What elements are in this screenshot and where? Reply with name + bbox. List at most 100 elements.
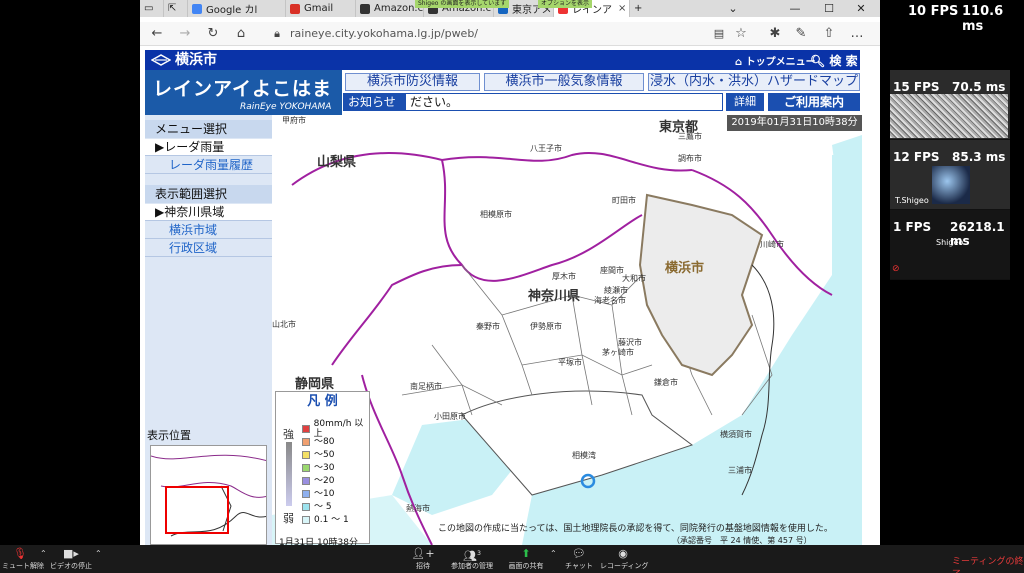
legend-row: 80mm/h 以上 <box>302 419 369 439</box>
range-item-kanagawa[interactable]: ▶神奈川県域 <box>145 204 272 221</box>
banner-subtitle: RainEye YOKOHAMA <box>240 102 332 112</box>
search-icon[interactable]: 🔍︎ <box>810 54 829 68</box>
place-label: 茅ヶ崎市 <box>602 348 634 357</box>
chat-label[interactable]: チャット <box>562 561 596 571</box>
back-arrow-icon[interactable]: ← <box>148 25 166 43</box>
invite-label[interactable]: 招待 <box>408 561 438 571</box>
reading-view-icon[interactable]: ▤ <box>710 25 728 43</box>
unmute-label[interactable]: ミュート解除 <box>2 561 44 571</box>
forward-arrow-icon[interactable]: → <box>176 25 194 43</box>
chat-button[interactable]: 💬︎ チャット <box>562 547 596 573</box>
range-item-ward[interactable]: 行政区域 <box>145 240 272 257</box>
guide-button[interactable]: ご利用案内 <box>768 93 860 111</box>
tab-aside-icon[interactable]: ⇱ <box>168 3 176 14</box>
tab-gmail[interactable]: Gmail <box>286 0 356 17</box>
participants-icon[interactable]: 👥︎3 <box>448 547 496 563</box>
rain-map[interactable]: 2019年01月31日10時38分 山梨県 東京都 神奈川県 静岡県 横浜市 甲… <box>272 115 862 545</box>
detail-button[interactable]: 詳細 <box>726 93 764 111</box>
tab-list-icon[interactable]: ⌄ <box>718 0 748 17</box>
unmute-button[interactable]: 🎙︎ ミュート解除 <box>2 547 44 573</box>
share-screen-button[interactable]: ⬆ 画面の共有 <box>505 547 547 573</box>
banner-title: レインアイよこはま <box>153 78 333 100</box>
record-button[interactable]: ◉ レコーディング <box>600 547 649 573</box>
tab-bar: ▭ ⇱ Google カl Gmail Amazon.c Amazon.c 東京… <box>140 0 880 17</box>
legend-row: 〜30 <box>302 463 334 473</box>
search-link[interactable]: 🔍︎ 検 索 <box>810 52 858 69</box>
legend-label: 〜20 <box>314 476 335 486</box>
stop-video-button[interactable]: ■▸ ビデオの停止 <box>50 547 92 573</box>
map-approval-note: （承認番号 平 24 情使、第 457 号） <box>672 536 812 545</box>
legend-title: 凡 例 <box>307 394 338 409</box>
notice-text: ださい。 <box>410 95 459 109</box>
end-meeting-button[interactable]: ミーティングの終了 <box>952 554 1024 573</box>
chat-bubble-icon[interactable]: 💬︎ <box>562 547 596 561</box>
menu-item-radar[interactable]: ▶レーダ雨量 <box>145 139 272 156</box>
participant-latency: 85.3 ms <box>952 150 1006 164</box>
mic-muted-icon[interactable]: 🎙︎ <box>2 547 38 561</box>
stop-video-label[interactable]: ビデオの停止 <box>50 561 92 571</box>
share-icon[interactable]: ⇧ <box>820 25 838 43</box>
pref-label-yokohama: 横浜市 <box>665 261 705 276</box>
plus-icon[interactable]: + <box>634 3 642 14</box>
record-label[interactable]: レコーディング <box>600 561 649 571</box>
place-label: 八王子市 <box>530 144 562 153</box>
disaster-info-button[interactable]: 横浜市防災情報 <box>345 73 480 91</box>
amazon-icon <box>360 3 370 14</box>
url-input[interactable]: raineye.city.yokohama.lg.jp/pweb/ <box>290 26 720 42</box>
legend-gradient <box>286 442 292 506</box>
pen-icon[interactable]: ✎ <box>792 25 810 43</box>
place-label: 厚木市 <box>552 272 576 281</box>
close-tab-icon[interactable]: × <box>618 3 626 14</box>
maximize-icon[interactable]: ☐ <box>814 0 844 17</box>
share-screen-icon[interactable]: ⬆ <box>505 547 547 561</box>
invite-button[interactable]: 👤︎+ 招待 <box>408 547 438 573</box>
home-icon[interactable]: ⌂ <box>735 57 746 68</box>
options-banner[interactable]: オプションを表示 <box>538 0 593 8</box>
legend-row: 〜 5 <box>302 502 332 512</box>
home-icon[interactable]: ⌂ <box>232 25 250 43</box>
video-camera-icon[interactable]: ■▸ <box>50 547 92 561</box>
legend-label: 〜 5 <box>314 502 332 512</box>
place-label: 伊勢原市 <box>530 322 562 331</box>
chevron-up-icon[interactable]: ⌃ <box>40 549 47 558</box>
legend-row: 0.1 〜 1 <box>302 515 349 525</box>
new-tab-button[interactable]: + <box>630 0 652 17</box>
tab-actions[interactable]: ▭ <box>140 0 164 17</box>
menu-item-radar-history[interactable]: レーダ雨量履歴 <box>145 157 272 174</box>
hazard-map-button[interactable]: 浸水（内水・洪水）ハザードマップ <box>648 73 860 91</box>
top-menu-link[interactable]: ⌂ トップメニュー <box>735 53 816 68</box>
close-window-icon[interactable]: ✕ <box>846 0 876 17</box>
place-label: 横須賀市 <box>720 430 752 439</box>
tabs-icon[interactable]: ▭ <box>144 3 153 14</box>
top-menu-label[interactable]: トップメニュー <box>746 57 816 68</box>
legend-swatch <box>302 516 310 524</box>
share-screen-label[interactable]: 画面の共有 <box>505 561 547 571</box>
favorite-star-icon[interactable]: ☆ <box>732 25 750 43</box>
participant-video[interactable]: 12 FPS 85.3 ms T.Shigeo <box>890 140 1010 210</box>
site-banner[interactable]: レインアイよこはま RainEye YOKOHAMA <box>145 70 342 115</box>
legend-swatch <box>302 503 310 511</box>
chevron-up-icon[interactable]: ⌃ <box>550 549 557 558</box>
range-item-yokohama[interactable]: 横浜市域 <box>145 222 272 239</box>
reload-icon[interactable]: ↻ <box>204 25 222 43</box>
chevron-up-icon[interactable]: ⌃ <box>95 549 102 558</box>
manage-participants-button[interactable]: 👥︎3 参加者の管理 <box>448 547 496 573</box>
search-label[interactable]: 検 索 <box>829 54 857 68</box>
more-icon[interactable]: … <box>848 25 866 43</box>
minimize-icon[interactable]: — <box>780 0 810 17</box>
self-latency: 110.6 ms <box>962 4 1004 34</box>
pref-label-kanagawa: 神奈川県 <box>528 289 581 304</box>
participants-label[interactable]: 参加者の管理 <box>448 561 496 571</box>
participant-video[interactable]: 1 FPS 26218.1 ms Shigeo ⊘ <box>890 210 1010 280</box>
favorites-hub-icon[interactable]: ✱ <box>766 25 784 43</box>
place-label: 三鷹市 <box>678 132 702 141</box>
overview-minimap[interactable] <box>150 445 267 545</box>
participant-video[interactable]: 15 FPS 70.5 ms <box>890 70 1010 140</box>
weather-info-button[interactable]: 横浜市一般気象情報 <box>484 73 644 91</box>
invite-user-icon[interactable]: 👤︎+ <box>408 547 438 561</box>
tab-back-set[interactable]: ⇱ <box>164 0 188 17</box>
tab-google[interactable]: Google カl <box>188 0 286 17</box>
record-icon[interactable]: ◉ <box>600 547 646 561</box>
options-banner-text[interactable]: オプションを表示 <box>541 0 589 7</box>
tab-amazon-1[interactable]: Amazon.c <box>356 0 424 17</box>
